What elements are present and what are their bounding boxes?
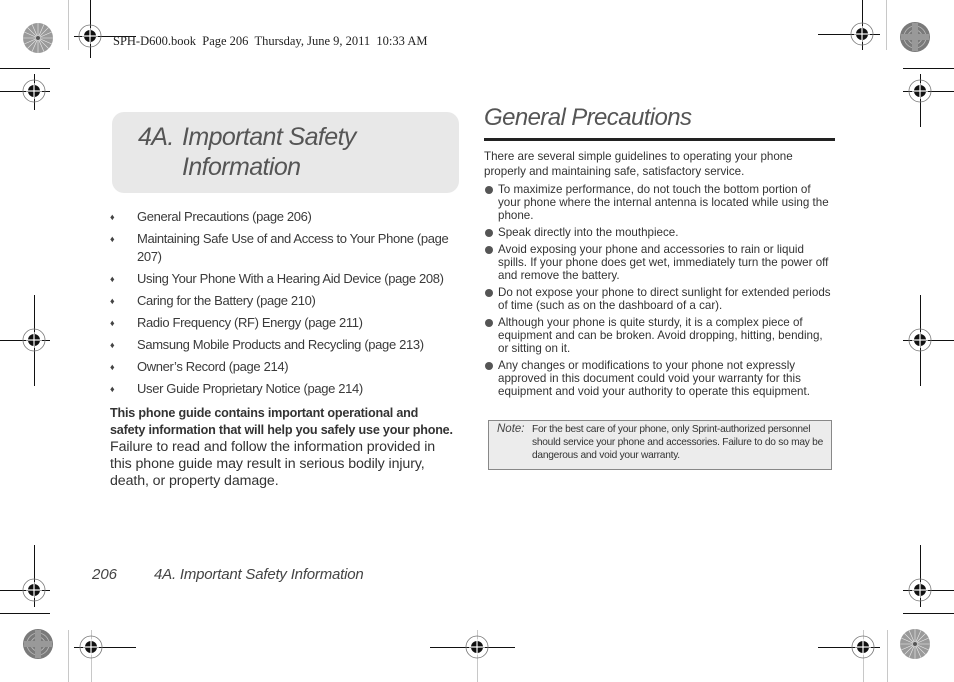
precaution-item: Do not expose your phone to direct sunli… — [484, 286, 836, 312]
toc-item-label: General Precautions (page 206) — [137, 209, 312, 224]
note-box: Note: For the best care of your phone, o… — [488, 420, 832, 470]
toc-item-label: Samsung Mobile Products and Recycling (p… — [137, 337, 424, 352]
chapter-toc-list: ♦ General Precautions (page 206) ♦ Maintai… — [110, 208, 460, 402]
precaution-item: Although your phone is quite sturdy, it … — [484, 316, 836, 355]
diamond-bullet-icon: ♦ — [110, 384, 115, 394]
page-number: 206 — [92, 566, 118, 583]
precaution-text: Although your phone is quite sturdy, it … — [498, 316, 823, 355]
print-rosette-mark — [22, 628, 54, 660]
registration-mark-icon — [849, 633, 877, 661]
toc-item[interactable]: ♦ Radio Frequency (RF) Energy (page 211) — [110, 314, 460, 332]
chapter-title-line2: Information — [182, 153, 301, 181]
bullet-dot-icon — [485, 289, 493, 297]
precaution-item: Speak directly into the mouthpiece. — [484, 226, 836, 239]
toc-item[interactable]: ♦ Maintaining Safe Use of and Access to Y… — [110, 230, 460, 266]
chapter-title-line1: Important Safety — [182, 123, 356, 151]
precaution-text: Any changes or modifications to your pho… — [498, 359, 810, 398]
precaution-text: Speak directly into the mouthpiece. — [498, 226, 679, 239]
trim-line — [68, 630, 69, 682]
toc-item[interactable]: ♦ User Guide Proprietary Notice (page 214… — [110, 380, 460, 398]
registration-mark-icon — [77, 633, 105, 661]
registration-mark-icon — [906, 326, 934, 354]
print-rosette-mark — [22, 22, 54, 54]
toc-item-label: Radio Frequency (RF) Energy (page 211) — [137, 315, 363, 330]
chapter-number: 4A. — [138, 123, 174, 151]
bullet-dot-icon — [485, 362, 493, 370]
toc-item[interactable]: ♦ Using Your Phone With a Hearing Aid Dev… — [110, 270, 460, 288]
diamond-bullet-icon: ♦ — [110, 318, 115, 328]
toc-item-label: Using Your Phone With a Hearing Aid Devi… — [137, 271, 444, 286]
trim-line — [68, 0, 69, 50]
registration-mark-icon — [906, 77, 934, 105]
chapter-title: 4A. Important Safety Information — [138, 122, 438, 182]
registration-mark-icon — [906, 576, 934, 604]
print-rosette-mark — [899, 628, 931, 660]
registration-mark-icon — [76, 22, 104, 50]
registration-mark-icon — [20, 77, 48, 105]
running-footer-title: 4A. Important Safety Information — [154, 566, 364, 583]
toc-item[interactable]: ♦ Caring for the Battery (page 210) — [110, 292, 460, 310]
diamond-bullet-icon: ♦ — [110, 274, 115, 284]
crop-line — [0, 68, 50, 69]
intro-bold-text: This phone guide contains important oper… — [110, 406, 453, 437]
toc-item-label: Maintaining Safe Use of and Access to Yo… — [137, 231, 449, 264]
precautions-list: To maximize performance, do not touch th… — [484, 183, 836, 402]
print-slug-line: SPH-D600.book Page 206 Thursday, June 9,… — [113, 34, 428, 48]
registration-mark-icon — [848, 20, 876, 48]
print-rosette-mark — [899, 21, 931, 53]
toc-item-label: User Guide Proprietary Notice (page 214) — [137, 381, 363, 396]
registration-mark-icon — [20, 326, 48, 354]
precaution-item: Avoid exposing your phone and accessorie… — [484, 243, 836, 282]
bullet-dot-icon — [485, 186, 493, 194]
section-title-rule — [484, 138, 835, 141]
diamond-bullet-icon: ♦ — [110, 340, 115, 350]
note-label: Note: — [497, 423, 525, 435]
diamond-bullet-icon: ♦ — [110, 212, 115, 222]
precaution-text: Avoid exposing your phone and accessorie… — [498, 243, 829, 282]
toc-item[interactable]: ♦ General Precautions (page 206) — [110, 208, 460, 226]
diamond-bullet-icon: ♦ — [110, 296, 115, 306]
intro-body-text: Failure to read and follow the informati… — [110, 439, 436, 489]
toc-item-label: Caring for the Battery (page 210) — [137, 293, 316, 308]
diamond-bullet-icon: ♦ — [110, 362, 115, 372]
registration-mark-icon — [463, 633, 491, 661]
toc-item-label: Owner’s Record (page 214) — [137, 359, 289, 374]
bullet-dot-icon — [485, 229, 493, 237]
toc-item[interactable]: ♦ Samsung Mobile Products and Recycling (… — [110, 336, 460, 354]
trim-line — [886, 0, 887, 50]
safety-intro-paragraph: This phone guide contains important oper… — [110, 405, 455, 490]
registration-mark-icon — [20, 576, 48, 604]
bullet-dot-icon — [485, 319, 493, 327]
crop-line — [0, 613, 50, 614]
toc-item[interactable]: ♦ Owner’s Record (page 214) — [110, 358, 460, 376]
note-text: For the best care of your phone, only Sp… — [532, 424, 823, 461]
trim-line — [887, 630, 888, 682]
crop-line — [903, 613, 954, 614]
diamond-bullet-icon: ♦ — [110, 234, 115, 244]
crop-line — [903, 68, 954, 69]
bullet-dot-icon — [485, 246, 493, 254]
precaution-item: To maximize performance, do not touch th… — [484, 183, 836, 222]
section-intro: There are several simple guidelines to o… — [484, 150, 793, 178]
section-title: General Precautions — [484, 104, 692, 131]
precaution-text: Do not expose your phone to direct sunli… — [498, 286, 831, 312]
precaution-text: To maximize performance, do not touch th… — [498, 183, 829, 222]
precaution-item: Any changes or modifications to your pho… — [484, 359, 836, 398]
